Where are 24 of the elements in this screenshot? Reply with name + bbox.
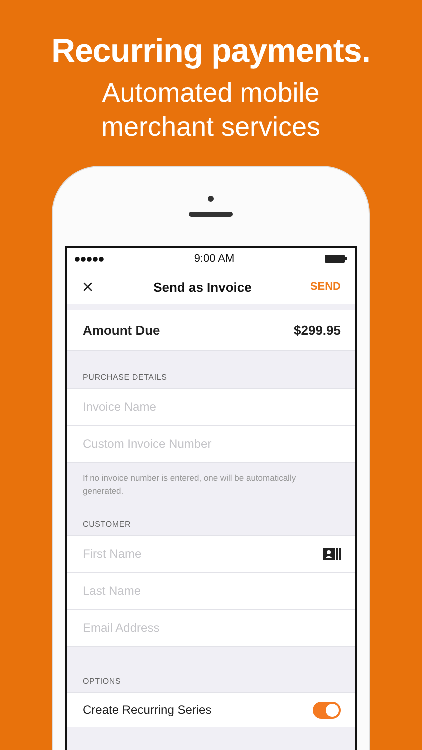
input-field[interactable]: Email Address <box>83 621 341 635</box>
status-time: 9:00 AM <box>194 253 235 265</box>
camera-icon <box>208 196 214 202</box>
section-header: PURCHASE DETAILS <box>82 372 168 384</box>
option-label: Create Recurring Series <box>83 703 212 717</box>
headline: Recurring payments. <box>52 32 370 70</box>
screen-title: Send as Invoice <box>154 280 252 294</box>
input-field[interactable]: Invoice Name <box>83 400 341 414</box>
input-field[interactable]: Last Name <box>83 584 341 598</box>
battery-icon <box>324 255 347 263</box>
amount-label: Amount Due <box>83 322 160 338</box>
toggle-switch[interactable] <box>313 702 341 718</box>
input-field[interactable]: Custom Invoice Number <box>83 437 341 451</box>
speaker-icon <box>189 212 233 217</box>
send-button[interactable]: SEND <box>310 281 341 293</box>
signal-icon <box>75 256 104 262</box>
section-header: OPTIONS <box>82 676 122 688</box>
close-icon[interactable] <box>81 280 95 294</box>
subtitle: Automated mobile merchant services <box>100 77 322 144</box>
section-header: CUSTOMER <box>82 519 132 531</box>
input-field[interactable]: First Name <box>83 547 323 561</box>
contact-card-icon[interactable] <box>323 548 341 560</box>
help-note: If no invoice number is entered, one will be automatically generated. <box>82 472 298 498</box>
amount-value: $299.95 <box>294 322 341 338</box>
